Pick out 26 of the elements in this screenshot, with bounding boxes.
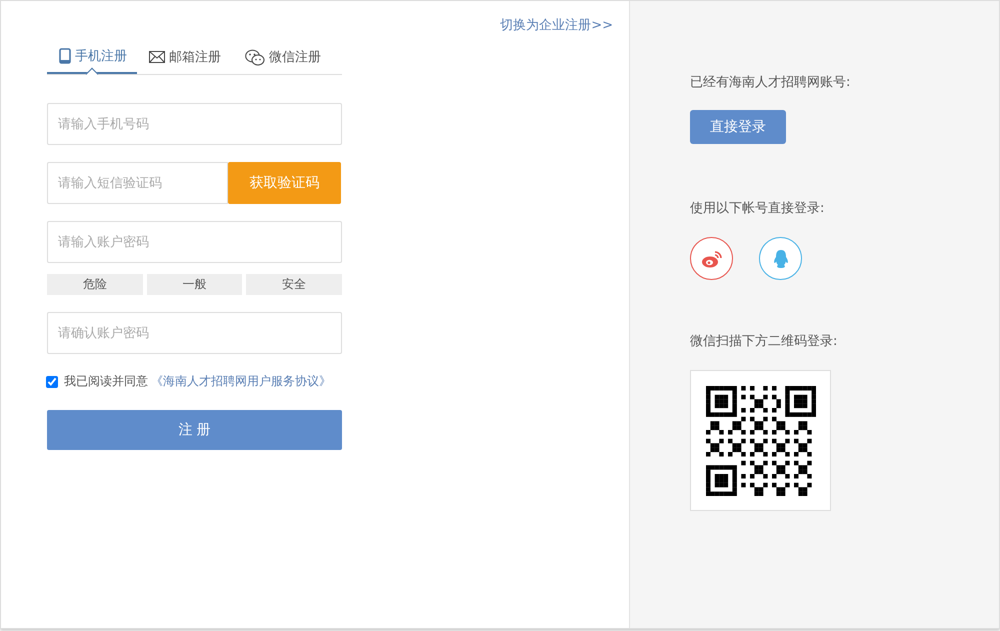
- login-button[interactable]: 直接登录: [690, 110, 786, 144]
- register-tab[interactable]: 微信注册: [233, 40, 333, 74]
- social-login-text: 使用以下帐号直接登录:: [690, 200, 824, 217]
- qr-login-text: 微信扫描下方二维码登录:: [690, 333, 838, 350]
- qq-login-button[interactable]: [759, 237, 802, 280]
- agree-text: 我已阅读并同意: [64, 373, 148, 390]
- confirm-password-input[interactable]: 请确认账户密码: [47, 312, 342, 354]
- register-button[interactable]: 注 册: [47, 410, 342, 450]
- get-code-button[interactable]: 获取验证码: [228, 162, 341, 204]
- weibo-login-button[interactable]: [690, 237, 733, 280]
- strength-segment: 一般: [146, 274, 242, 295]
- wechat-icon: [245, 48, 265, 66]
- strength-segment: 危险: [47, 274, 143, 295]
- agreement-link[interactable]: 《海南人才招聘网用户服务协议》: [151, 373, 331, 390]
- penguin-icon: [772, 248, 788, 268]
- agree-checkbox[interactable]: [46, 376, 58, 388]
- envelope-icon: [149, 51, 165, 63]
- strength-segment: 安全: [246, 274, 342, 295]
- phone-input[interactable]: 请输入手机号码: [47, 103, 342, 145]
- weibo-icon: [700, 250, 722, 268]
- register-tab[interactable]: 邮箱注册: [137, 40, 233, 74]
- password-input[interactable]: 请输入账户密码: [47, 221, 342, 263]
- sms-code-input[interactable]: 请输入短信验证码: [47, 162, 228, 204]
- phone-icon: [59, 48, 71, 64]
- company-register-link[interactable]: 切换为企业注册>>: [500, 16, 613, 34]
- have-account-text: 已经有海南人才招聘网账号:: [690, 74, 850, 91]
